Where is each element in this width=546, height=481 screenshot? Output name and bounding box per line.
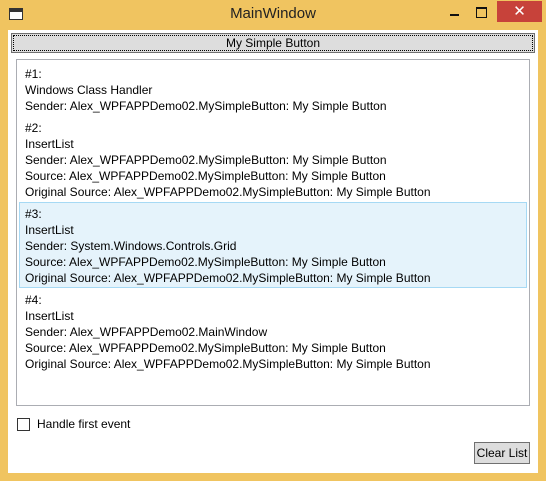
list-item-line: InsertList xyxy=(25,223,74,237)
list-item[interactable]: #2: InsertList Sender: Alex_WPFAPPDemo02.… xyxy=(19,116,527,202)
close-icon: ✕ xyxy=(513,2,526,20)
list-item-line: Source: Alex_WPFAPPDemo02.MySimpleButton… xyxy=(25,341,386,355)
list-item-line: Original Source: Alex_WPFAPPDemo02.MySim… xyxy=(25,271,431,285)
list-item-line: Original Source: Alex_WPFAPPDemo02.MySim… xyxy=(25,357,431,371)
handle-first-event-row[interactable]: Handle first event xyxy=(17,416,130,432)
window-client-area: My Simple Button #1: Windows Class Handle… xyxy=(8,30,538,473)
list-item-line: Sender: Alex_WPFAPPDemo02.MySimpleButton… xyxy=(25,153,387,167)
list-item-line: Source: Alex_WPFAPPDemo02.MySimpleButton… xyxy=(25,255,386,269)
list-item-line: Sender: Alex_WPFAPPDemo02.MainWindow xyxy=(25,325,268,339)
my-simple-button[interactable]: My Simple Button xyxy=(11,33,535,53)
close-button[interactable]: ✕ xyxy=(497,1,542,22)
list-item-line: Windows Class Handler xyxy=(25,83,153,97)
minimize-icon xyxy=(449,14,459,16)
list-item[interactable]: #4: InsertList Sender: Alex_WPFAPPDemo02.… xyxy=(19,288,527,374)
maximize-icon xyxy=(476,6,487,18)
event-list[interactable]: #1: Windows Class Handler Sender: Alex_WP… xyxy=(16,59,530,406)
list-item-line: #2: xyxy=(25,121,42,135)
list-item[interactable]: #1: Windows Class Handler Sender: Alex_WP… xyxy=(19,62,527,116)
list-item-line: #3: xyxy=(25,207,42,221)
list-item-line: Sender: Alex_WPFAPPDemo02.MySimpleButton… xyxy=(25,99,387,113)
list-item[interactable]: #3: InsertList Sender: System.Windows.Con… xyxy=(19,202,527,288)
window-frame: MainWindow ✕ My Simple Button #1: Windows… xyxy=(0,0,546,481)
clear-list-button[interactable]: Clear List xyxy=(474,442,530,464)
list-item-line: #4: xyxy=(25,293,42,307)
list-item-line: #1: xyxy=(25,67,42,81)
list-item-line: InsertList xyxy=(25,137,74,151)
title-bar[interactable]: MainWindow ✕ xyxy=(0,0,546,30)
list-item-line: Source: Alex_WPFAPPDemo02.MySimpleButton… xyxy=(25,169,386,183)
handle-first-event-label: Handle first event xyxy=(37,417,131,431)
minimize-button[interactable] xyxy=(440,1,468,23)
handle-first-event-checkbox[interactable] xyxy=(17,417,30,431)
maximize-button[interactable] xyxy=(468,1,495,23)
list-item-line: Sender: System.Windows.Controls.Grid xyxy=(25,239,237,253)
list-item-line: InsertList xyxy=(25,309,74,323)
list-item-line: Original Source: Alex_WPFAPPDemo02.MySim… xyxy=(25,185,431,199)
